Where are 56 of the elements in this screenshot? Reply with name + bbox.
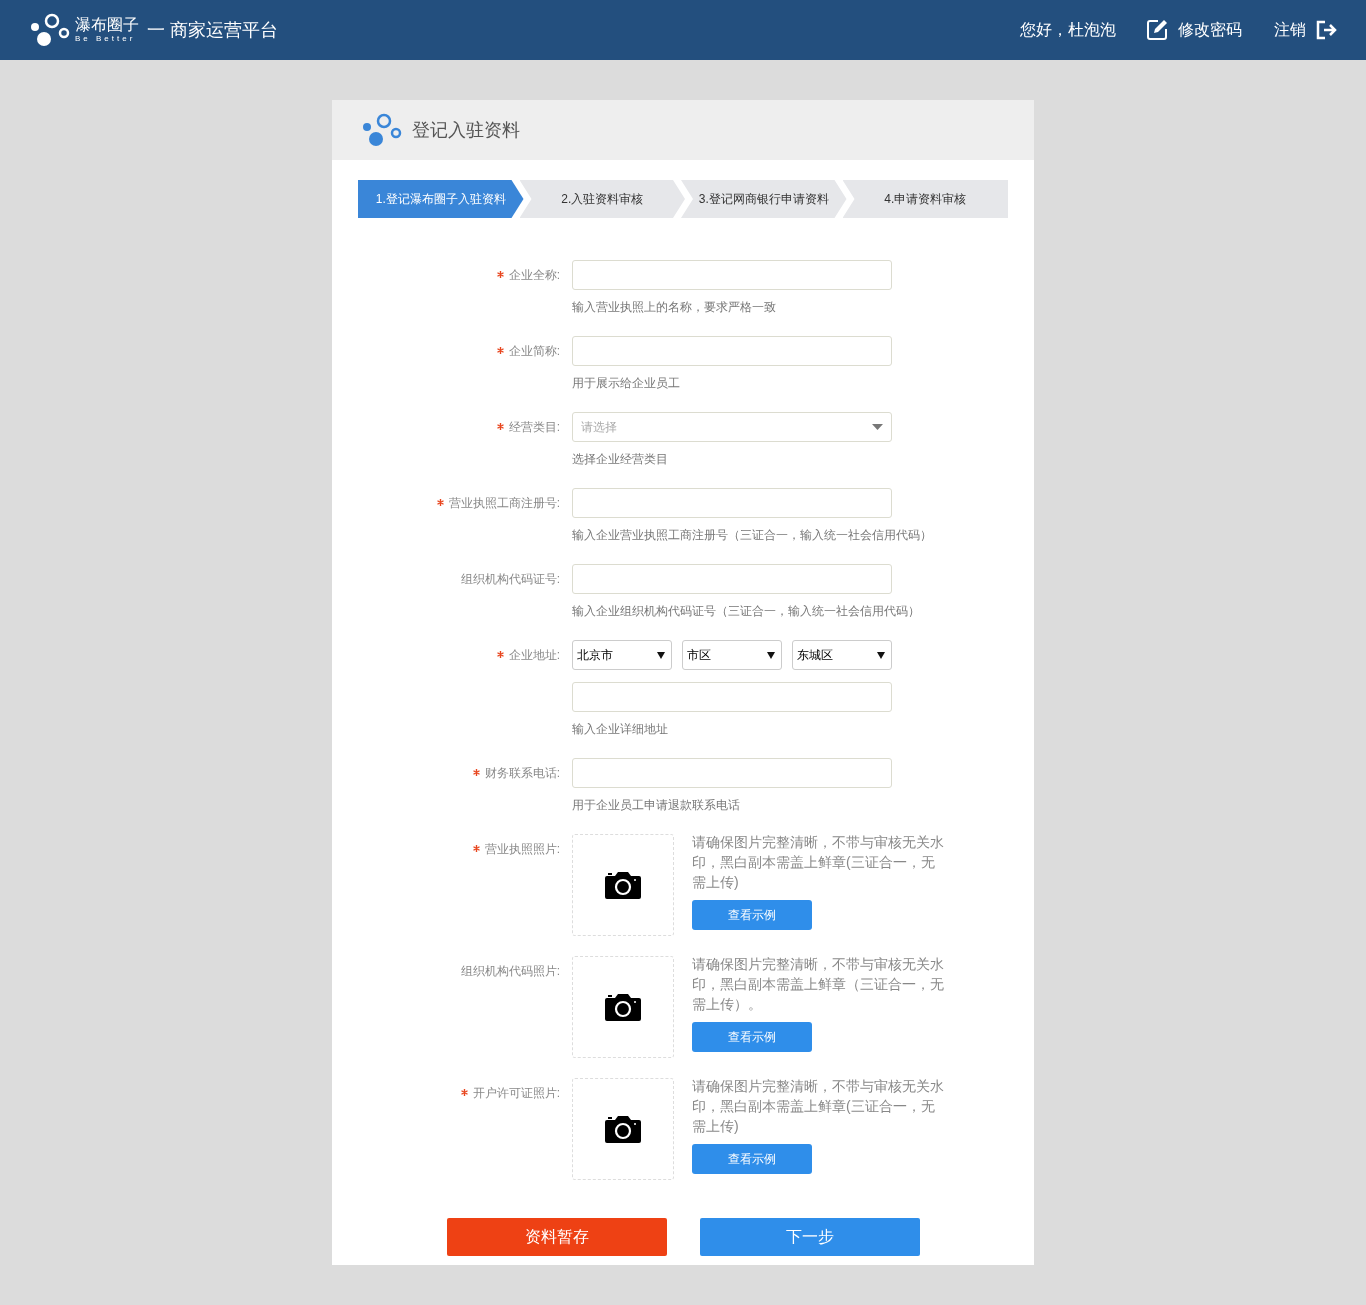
field-hint: 输入企业组织机构代码证号（三证合一，输入统一社会信用代码） (572, 603, 920, 620)
field-label: 企业简称: (508, 343, 560, 360)
logo-name: 瀑布圈子 (75, 17, 139, 33)
region-dropdown[interactable]: 北京市 (572, 640, 672, 670)
caret-icon (767, 651, 775, 659)
field-label: 经营类目: (508, 419, 560, 436)
logo-icon (362, 113, 402, 147)
caret-icon (657, 651, 665, 659)
field-label: 营业执照照片: (484, 841, 560, 858)
field-label: 财务联系电话: (484, 765, 560, 782)
logout-icon (1316, 20, 1338, 40)
text-field[interactable] (572, 488, 892, 518)
region-dropdown[interactable]: 市区 (682, 640, 782, 670)
logo-tagline: Be Better (75, 35, 137, 43)
camera-icon (605, 993, 641, 1021)
text-field[interactable] (572, 758, 892, 788)
field-hint: 输入营业执照上的名称，要求严格一致 (572, 299, 777, 316)
region-dropdown[interactable]: 东城区 (792, 640, 892, 670)
edit-icon (1146, 19, 1168, 41)
text-field[interactable] (572, 260, 892, 290)
field-label: 企业全称: (508, 267, 560, 284)
upload-note: 请确保图片完整清晰，不带与审核无关水印，黑白副本需盖上鲜章(三证合一，无需上传) (692, 1077, 944, 1136)
view-example-button[interactable]: 查看示例 (692, 1144, 812, 1174)
category-dropdown[interactable]: 请选择 (572, 412, 892, 442)
platform-title: 一 商家运营平台 (147, 18, 278, 42)
field-label: 组织机构代码照片: (460, 963, 560, 980)
photo-upload-area[interactable] (572, 1078, 674, 1180)
field-label: 企业地址: (508, 647, 560, 664)
text-field[interactable] (572, 564, 892, 594)
address-field[interactable] (572, 682, 892, 712)
upload-note: 请确保图片完整清晰，不带与审核无关水印，黑白副本需盖上鲜章（三证合一，无需上传）。 (692, 955, 944, 1014)
greeting: 您好，杜泡泡 (1020, 20, 1116, 40)
caret-icon (872, 424, 883, 430)
field-hint: 输入企业营业执照工商注册号（三证合一，输入统一社会信用代码） (572, 527, 932, 544)
next-step-button[interactable]: 下一步 (700, 1218, 920, 1256)
photo-upload-area[interactable] (572, 956, 674, 1058)
logo-icon (30, 13, 70, 47)
camera-icon (605, 1115, 641, 1143)
save-draft-button[interactable]: 资料暂存 (447, 1218, 667, 1256)
camera-icon (605, 871, 641, 899)
card-title: 登记入驻资料 (412, 118, 520, 142)
field-hint: 选择企业经营类目 (572, 451, 669, 468)
change-password-link[interactable]: 修改密码 (1146, 18, 1242, 42)
field-label: 开户许可证照片: (472, 1085, 560, 1102)
caret-icon (877, 651, 885, 659)
upload-note: 请确保图片完整清晰，不带与审核无关水印，黑白副本需盖上鲜章(三证合一，无需上传) (692, 833, 944, 892)
view-example-button[interactable]: 查看示例 (692, 900, 812, 930)
photo-upload-area[interactable] (572, 834, 674, 936)
field-label: 组织机构代码证号: (460, 571, 560, 588)
field-hint: 用于企业员工申请退款联系电话 (572, 797, 741, 814)
field-hint: 输入企业详细地址 (572, 721, 669, 738)
view-example-button[interactable]: 查看示例 (692, 1022, 812, 1052)
field-hint: 用于展示给企业员工 (572, 375, 681, 392)
field-label: 营业执照工商注册号: (448, 495, 560, 512)
logout-link[interactable]: 注销 (1274, 18, 1338, 42)
text-field[interactable] (572, 336, 892, 366)
